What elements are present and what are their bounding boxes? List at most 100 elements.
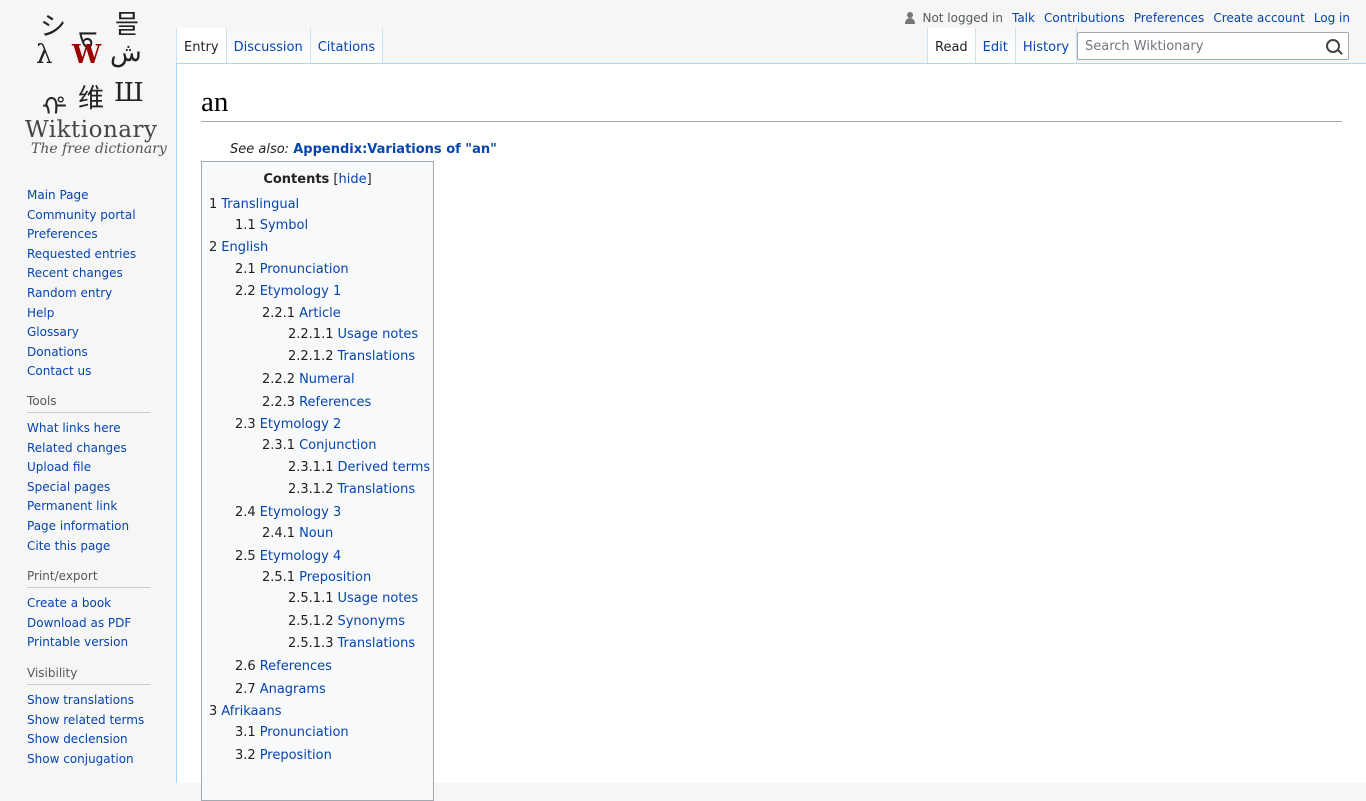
toc-link[interactable]: 2.7 Anagrams xyxy=(235,682,326,697)
toc-hide-toggle[interactable]: hide xyxy=(339,172,367,187)
toc-link[interactable]: 3.2 Preposition xyxy=(235,748,332,763)
sidebar-nav-link[interactable]: Glossary xyxy=(27,323,167,343)
sidebar-nav-link[interactable]: Community portal xyxy=(27,206,167,226)
toc-link[interactable]: 2 English xyxy=(209,240,268,255)
toc-link[interactable]: 2.4.1 Noun xyxy=(262,526,333,541)
sidebar-nav-link[interactable]: Main Page xyxy=(27,186,167,206)
toc-link[interactable]: 3 Afrikaans xyxy=(209,704,282,719)
personal-tools: Not logged in Talk Contributions Prefere… xyxy=(904,11,1350,25)
create-account-link[interactable]: Create account xyxy=(1213,11,1305,25)
toc-item[interactable]: 2.2.2 Numeral xyxy=(262,372,355,387)
toc-link[interactable]: 2.2.1 Article xyxy=(262,306,341,321)
toc-item[interactable]: 2.2.1.2 Translations xyxy=(288,349,415,364)
toc-link[interactable]: 3.1 Pronunciation xyxy=(235,725,349,740)
toc-item[interactable]: 2.5.1 Preposition xyxy=(262,570,371,585)
toc-item[interactable]: 2.3 Etymology 2 xyxy=(235,417,341,432)
sidebar-print-link[interactable]: Create a book xyxy=(27,594,167,614)
toc-link[interactable]: 2.5 Etymology 4 xyxy=(235,549,341,564)
toc-label: References xyxy=(259,659,332,674)
toc-link[interactable]: 2.1 Pronunciation xyxy=(235,262,349,277)
toc-item[interactable]: 2.2.1 Article xyxy=(262,306,341,321)
toc-item[interactable]: 2.5 Etymology 4 xyxy=(235,549,341,564)
toc-number: 2.2 xyxy=(235,284,256,299)
toc-item[interactable]: 2.2 Etymology 1 xyxy=(235,284,341,299)
toc-item[interactable]: 2.3.1.2 Translations xyxy=(288,482,415,497)
toc-item[interactable]: 2 English xyxy=(209,240,268,255)
toc-link[interactable]: 2.5.1 Preposition xyxy=(262,570,371,585)
toc-link[interactable]: 2.5.1.1 Usage notes xyxy=(288,591,418,606)
toc-link[interactable]: 1.1 Symbol xyxy=(235,218,308,233)
toc-item[interactable]: 2.1 Pronunciation xyxy=(235,262,349,277)
tab-read[interactable]: Read xyxy=(927,28,975,64)
toc-item[interactable]: 2.4 Etymology 3 xyxy=(235,505,341,520)
search-input[interactable] xyxy=(1083,38,1317,55)
sidebar-print-link[interactable]: Download as PDF xyxy=(27,614,167,634)
sidebar-tools-link[interactable]: What links here xyxy=(27,419,167,439)
see-also-link[interactable]: Appendix:Variations of "an" xyxy=(293,142,497,157)
sidebar-nav-link[interactable]: Preferences xyxy=(27,225,167,245)
sidebar-tools-link[interactable]: Related changes xyxy=(27,439,167,459)
toc-number: 3.2 xyxy=(235,748,256,763)
toc-item[interactable]: 2.5.1.1 Usage notes xyxy=(288,591,418,606)
sidebar-visibility-link[interactable]: Show translations xyxy=(27,691,167,711)
toc-item[interactable]: 2.3.1.1 Derived terms xyxy=(288,460,430,475)
toc-item[interactable]: 2.2.1.1 Usage notes xyxy=(288,327,418,342)
tab-history[interactable]: History xyxy=(1014,28,1078,64)
toc-link[interactable]: 2.2.3 References xyxy=(262,395,371,410)
toc-item[interactable]: 2.2.3 References xyxy=(262,395,371,410)
log-in-link[interactable]: Log in xyxy=(1314,11,1350,25)
toc-item[interactable]: 3.1 Pronunciation xyxy=(235,725,349,740)
toc-item[interactable]: 1.1 Symbol xyxy=(235,218,308,233)
toc-number: 2.4.1 xyxy=(262,526,296,541)
search-icon[interactable] xyxy=(1326,39,1340,53)
tab-edit[interactable]: Edit xyxy=(974,28,1015,64)
toc-link[interactable]: 2.3.1.1 Derived terms xyxy=(288,460,430,475)
toc-link[interactable]: 2.2.1.2 Translations xyxy=(288,349,415,364)
sidebar-nav-link[interactable]: Donations xyxy=(27,343,167,363)
sidebar-tools-link[interactable]: Cite this page xyxy=(27,537,167,557)
sidebar-tools-link[interactable]: Permanent link xyxy=(27,497,167,517)
toc-link[interactable]: 2.2.2 Numeral xyxy=(262,372,355,387)
toc-label: English xyxy=(221,240,269,255)
toc-link[interactable]: 2.2.1.1 Usage notes xyxy=(288,327,418,342)
sidebar-nav-link[interactable]: Help xyxy=(27,304,167,324)
toc-item[interactable]: 2.4.1 Noun xyxy=(262,526,333,541)
tab-citations[interactable]: Citations xyxy=(309,28,384,64)
toc-item[interactable]: 2.7 Anagrams xyxy=(235,682,326,697)
sidebar-print-link[interactable]: Printable version xyxy=(27,633,167,653)
site-logo[interactable]: シ ᠳ 믈 λ W ش ᡥ 维 Ш Wiktionary The free di… xyxy=(0,0,176,160)
sidebar-tools-link[interactable]: Special pages xyxy=(27,478,167,498)
toc-item[interactable]: 1 Translingual xyxy=(209,197,299,212)
toc-item[interactable]: 2.5.1.2 Synonyms xyxy=(288,614,405,629)
sidebar-visibility-link[interactable]: Show conjugation xyxy=(27,750,167,770)
sidebar-tools-link[interactable]: Page information xyxy=(27,517,167,537)
sidebar-nav-link[interactable]: Recent changes xyxy=(27,264,167,284)
sidebar-nav-link[interactable]: Random entry xyxy=(27,284,167,304)
toc-item[interactable]: 2.5.1.3 Translations xyxy=(288,636,415,651)
contributions-link[interactable]: Contributions xyxy=(1044,11,1125,25)
toc-link[interactable]: 2.4 Etymology 3 xyxy=(235,505,341,520)
toc-link[interactable]: 2.6 References xyxy=(235,659,332,674)
toc-link[interactable]: 1 Translingual xyxy=(209,197,299,212)
sidebar-visibility-link[interactable]: Show declension xyxy=(27,730,167,750)
table-of-contents: Contents [hide] 1 Translingual 1.1 Symbol 2 E… xyxy=(201,161,434,801)
toc-item[interactable]: 3 Afrikaans xyxy=(209,704,282,719)
sidebar-nav-link[interactable]: Requested entries xyxy=(27,245,167,265)
preferences-link[interactable]: Preferences xyxy=(1134,11,1205,25)
talk-link[interactable]: Talk xyxy=(1012,11,1035,25)
toc-link[interactable]: 2.3.1 Conjunction xyxy=(262,438,377,453)
tab-entry[interactable]: Entry xyxy=(176,28,226,64)
toc-link[interactable]: 2.2 Etymology 1 xyxy=(235,284,341,299)
tab-discussion[interactable]: Discussion xyxy=(225,28,310,64)
sidebar-tools-link[interactable]: Upload file xyxy=(27,458,167,478)
toc-link[interactable]: 2.3.1.2 Translations xyxy=(288,482,415,497)
toc-number: 2.3.1 xyxy=(262,438,296,453)
sidebar-visibility-link[interactable]: Show related terms xyxy=(27,711,167,731)
toc-item[interactable]: 2.3.1 Conjunction xyxy=(262,438,377,453)
toc-item[interactable]: 2.6 References xyxy=(235,659,332,674)
toc-item[interactable]: 3.2 Preposition xyxy=(235,748,332,763)
sidebar-nav-link[interactable]: Contact us xyxy=(27,362,167,382)
toc-link[interactable]: 2.5.1.3 Translations xyxy=(288,636,415,651)
toc-link[interactable]: 2.5.1.2 Synonyms xyxy=(288,614,405,629)
toc-link[interactable]: 2.3 Etymology 2 xyxy=(235,417,341,432)
